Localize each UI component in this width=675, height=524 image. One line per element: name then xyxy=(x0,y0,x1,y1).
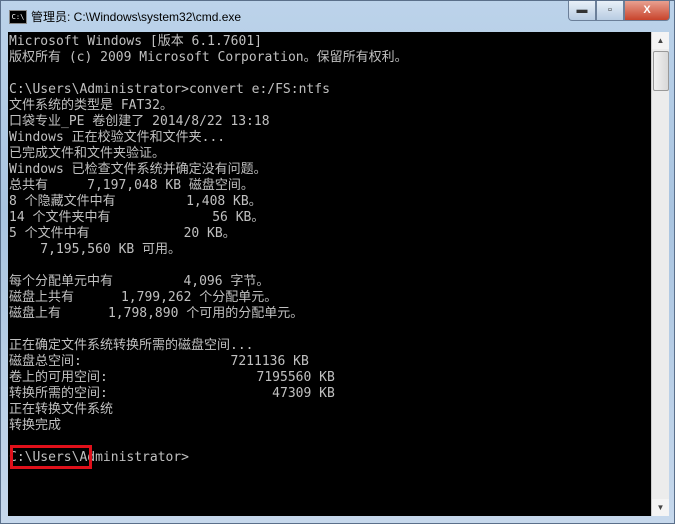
cmd-icon[interactable]: C:\ xyxy=(9,10,27,24)
scroll-down-arrow-icon[interactable]: ▼ xyxy=(652,499,669,516)
cmd-window: C:\ 管理员: C:\Windows\system32\cmd.exe ▬ ▫… xyxy=(0,0,675,524)
console-line: 版权所有 (c) 2009 Microsoft Corporation。保留所有… xyxy=(9,50,408,65)
title-bar[interactable]: C:\ 管理员: C:\Windows\system32\cmd.exe ▬ ▫… xyxy=(1,1,675,31)
console-line: 14 个文件夹中有 56 KB。 xyxy=(9,210,265,225)
console-line: 总共有 7,197,048 KB 磁盘空间。 xyxy=(9,178,254,193)
console-line: Microsoft Windows [版本 6.1.7601] xyxy=(9,34,262,49)
console-line: Windows 已检查文件系统并确定没有问题。 xyxy=(9,162,267,177)
console-line: 每个分配单元中有 4,096 字节。 xyxy=(9,274,270,289)
console-line: 正在确定文件系统转换所需的磁盘空间... xyxy=(9,338,254,353)
console-line: 7,195,560 KB 可用。 xyxy=(9,242,182,257)
console-line: 转换所需的空间: 47309 KB xyxy=(9,386,335,401)
console-line: 磁盘总空间: 7211136 KB xyxy=(9,354,309,369)
console-line: 5 个文件中有 20 KB。 xyxy=(9,226,236,241)
console-line: 正在转换文件系统 xyxy=(9,402,114,417)
console-line: 磁盘上共有 1,799,262 个分配单元。 xyxy=(9,290,278,305)
scrollbar-thumb[interactable] xyxy=(653,51,669,91)
scroll-up-arrow-icon[interactable]: ▲ xyxy=(652,32,669,49)
console-line: 磁盘上有 1,798,890 个可用的分配单元。 xyxy=(9,306,304,321)
console-line: 卷上的可用空间: 7195560 KB xyxy=(9,370,335,385)
maximize-button[interactable]: ▫ xyxy=(596,1,624,21)
vertical-scrollbar[interactable]: ▲ ▼ xyxy=(651,32,669,516)
console-line: Windows 正在校验文件和文件夹... xyxy=(9,130,226,145)
close-button[interactable]: X xyxy=(624,1,670,21)
console-line: 8 个隐藏文件中有 1,408 KB。 xyxy=(9,194,262,209)
console-line: 已完成文件和文件夹验证。 xyxy=(9,146,166,161)
window-title: 管理员: C:\Windows\system32\cmd.exe xyxy=(31,10,242,24)
console-line: 口袋专业_PE 卷创建了 2014/8/22 13:18 xyxy=(9,114,270,129)
console-line: 转换完成 xyxy=(9,418,62,433)
console-line: C:\Users\Administrator>convert e:/FS:ntf… xyxy=(9,82,330,97)
highlight-box xyxy=(10,445,92,469)
console-line: 文件系统的类型是 FAT32。 xyxy=(9,98,173,113)
console-output[interactable]: Microsoft Windows [版本 6.1.7601] 版权所有 (c) … xyxy=(8,32,651,516)
minimize-button[interactable]: ▬ xyxy=(568,1,596,21)
